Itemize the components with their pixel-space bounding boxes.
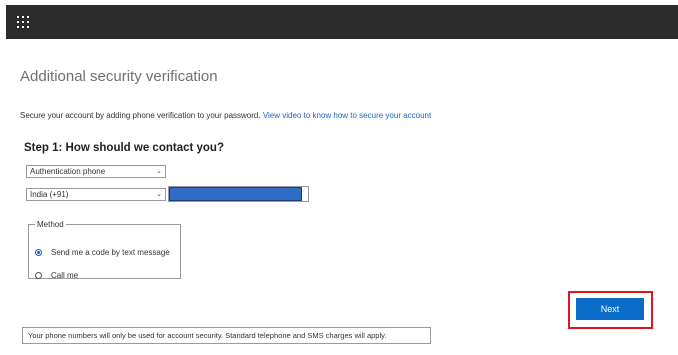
contact-method-value: Authentication phone bbox=[30, 167, 106, 176]
video-help-link[interactable]: View video to know how to secure your ac… bbox=[263, 111, 431, 120]
method-option-call[interactable]: Call me bbox=[35, 271, 78, 280]
page-title: Additional security verification bbox=[20, 68, 218, 85]
chevron-down-icon: ⌄ bbox=[156, 191, 162, 198]
chevron-down-icon: ⌄ bbox=[156, 168, 162, 175]
top-navigation-bar bbox=[6, 5, 678, 39]
method-legend: Method bbox=[37, 220, 64, 229]
country-code-select[interactable]: India (+91) ⌄ bbox=[26, 188, 166, 201]
radio-button-selected[interactable] bbox=[35, 249, 42, 256]
phone-number-input[interactable] bbox=[168, 186, 309, 202]
contact-method-select[interactable]: Authentication phone ⌄ bbox=[26, 165, 166, 178]
method-group: Method Send me a code by text message Ca… bbox=[28, 220, 181, 280]
redacted-phone-number bbox=[169, 187, 302, 201]
waffle-grid-icon[interactable] bbox=[17, 16, 29, 28]
next-button[interactable]: Next bbox=[576, 298, 644, 320]
intro-text: Secure your account by adding phone veri… bbox=[20, 111, 431, 120]
method-option-label: Call me bbox=[51, 271, 79, 280]
security-notice: Your phone numbers will only be used for… bbox=[22, 327, 431, 344]
method-option-text[interactable]: Send me a code by text message bbox=[35, 248, 170, 257]
method-option-label: Send me a code by text message bbox=[51, 248, 170, 257]
intro-description: Secure your account by adding phone veri… bbox=[20, 111, 261, 120]
radio-button-unselected[interactable] bbox=[35, 272, 42, 279]
country-code-value: India (+91) bbox=[30, 190, 69, 199]
step-title: Step 1: How should we contact you? bbox=[24, 142, 224, 154]
